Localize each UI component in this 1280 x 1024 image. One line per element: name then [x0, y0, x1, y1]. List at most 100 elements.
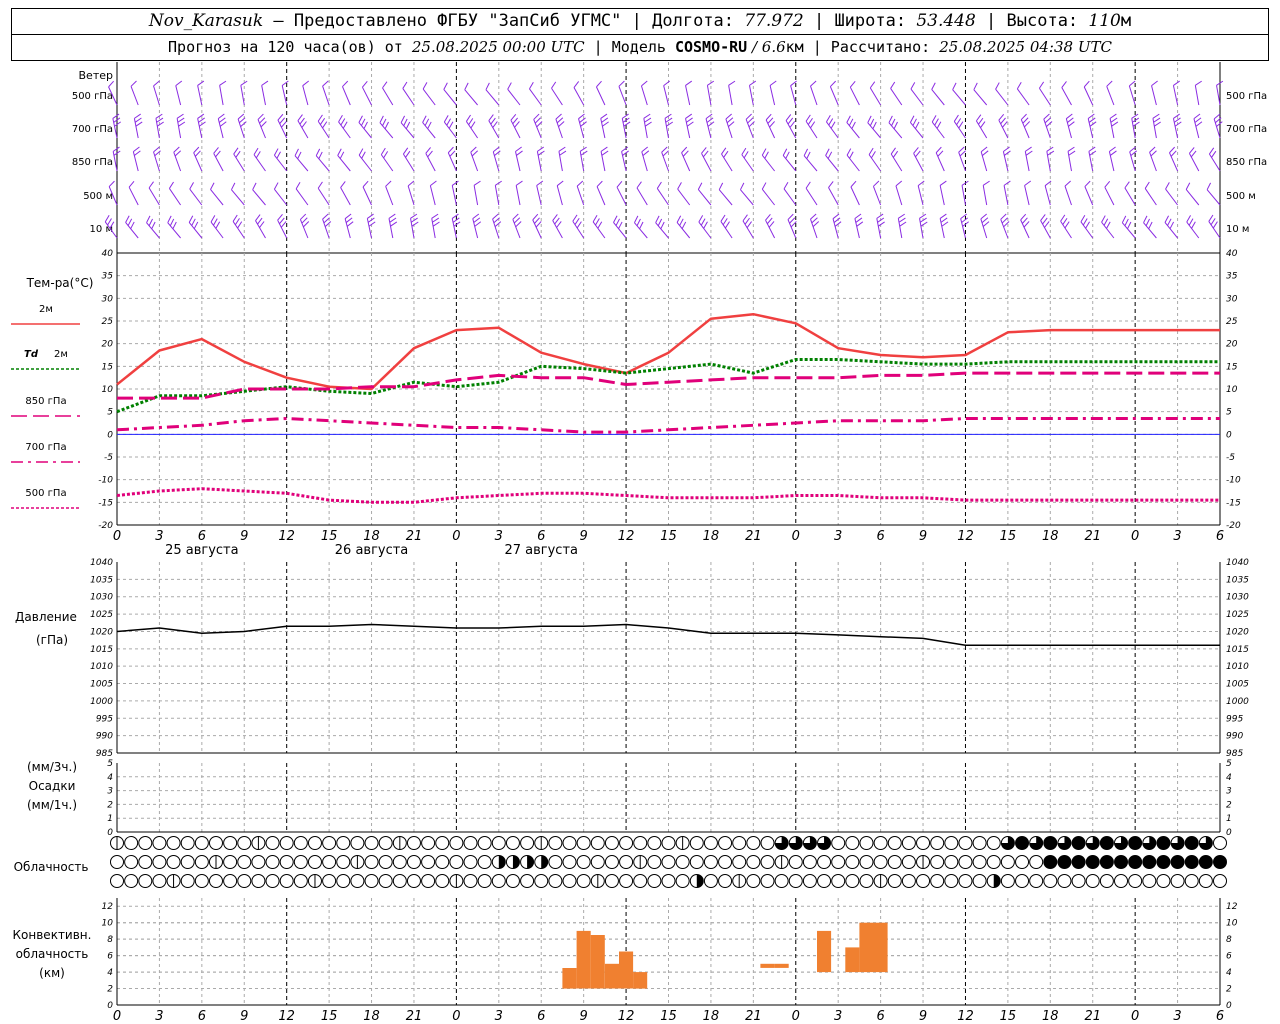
cloud-circle — [703, 874, 718, 888]
wind-barb-staff — [231, 189, 245, 206]
wind-barb-icon — [362, 180, 372, 206]
wind-barb-icon — [556, 180, 564, 206]
cloud-cover-circle-icon — [661, 874, 676, 888]
precip-ytick: 0 — [107, 828, 113, 838]
wind-barb-staff — [728, 85, 733, 106]
wind-barb-feather — [340, 181, 346, 188]
wind-barb-icon — [112, 146, 121, 172]
wind-barb-icon — [829, 80, 839, 106]
cloud-cover-circle-icon — [336, 874, 351, 888]
cloud-cover-circle-icon — [449, 874, 464, 888]
meteogram: Ветер Тем-ра(°С) Давление (гПа) (мм/3ч.)… — [11, 62, 1267, 1024]
wind-barb-icon — [897, 213, 907, 239]
wind-barb-icon — [761, 148, 775, 172]
conv-ytick: 10 — [102, 919, 114, 929]
pressure-ytick: 1000 — [1226, 697, 1249, 707]
wind-barb-icon — [422, 82, 436, 106]
wind-barb-feather — [1087, 113, 1095, 119]
wind-barb-icon — [641, 146, 650, 172]
cloud-circle — [1213, 836, 1227, 850]
wind-barb-staff — [616, 186, 627, 206]
cloud-cover-circle-icon — [647, 855, 662, 869]
cloud-circle — [505, 874, 520, 888]
cloud-cover-circle-icon — [194, 855, 209, 869]
cloud-circle — [548, 836, 563, 850]
wind-barb-staff — [1194, 85, 1200, 106]
cloud-circle — [718, 855, 733, 869]
temp-hour-tick: 21 — [1084, 529, 1101, 544]
wind-barb-icon — [451, 213, 461, 239]
wind-barb-staff — [257, 119, 266, 139]
wind-barb-icon — [785, 114, 797, 139]
wind-barb-icon — [982, 180, 990, 206]
wind-barb-icon — [338, 115, 351, 139]
pressure-ytick: 1030 — [1226, 593, 1249, 603]
pressure-ytick: 1015 — [1226, 645, 1249, 655]
cloud-circle — [859, 855, 874, 869]
wind-barb-feather — [148, 181, 154, 189]
cloud-cover-circle-icon — [279, 836, 294, 850]
wind-barb-feather — [1154, 121, 1161, 127]
conv-ytick: 0 — [1226, 1001, 1232, 1011]
cloud-cover-circle-icon — [364, 855, 379, 869]
wind-barb-staff — [380, 154, 394, 172]
wind-barb-staff — [402, 153, 415, 172]
cloud-cover-circle-icon — [986, 836, 1001, 850]
wind-barb-icon — [872, 180, 882, 206]
cloud-cover-circle-icon — [633, 874, 648, 888]
wind-barb-icon — [358, 148, 372, 172]
wind-barb-icon — [1164, 215, 1178, 239]
wind-barb-feather — [322, 213, 329, 220]
legend-label: 700 гПа — [25, 442, 66, 453]
wind-barb-icon — [210, 182, 224, 206]
cloud-cover-circle-icon — [1170, 874, 1185, 888]
wind-barb-icon — [640, 80, 648, 106]
cloud-circle — [307, 836, 322, 850]
cloud-circle — [590, 836, 605, 850]
cloud-cover-circle-icon — [1142, 855, 1157, 869]
wind-barb-icon — [953, 114, 966, 139]
wind-barb-icon — [344, 213, 354, 239]
wind-barb-staff — [358, 122, 372, 139]
wind-barb-staff — [895, 185, 903, 206]
cloud-circle — [986, 855, 1001, 869]
wind-barb-icon — [876, 213, 885, 239]
cloud-circle — [237, 874, 252, 888]
wind-barb-feather — [685, 80, 693, 86]
cloud-circle — [958, 855, 973, 869]
wind-barb-staff — [1164, 222, 1178, 239]
wind-barb-staff — [261, 85, 266, 106]
cloud-cover-circle-icon — [237, 874, 252, 888]
cloud-cover-circle-icon — [590, 874, 605, 888]
cloud-circle — [110, 855, 124, 869]
cloud-circle — [986, 836, 1001, 850]
wind-barb-staff — [1084, 186, 1094, 206]
wind-barb-feather — [725, 113, 732, 120]
legend-label: 2м — [54, 349, 68, 360]
wind-barb-icon — [317, 114, 330, 139]
wind-barb-staff — [769, 85, 776, 106]
conv-hour-tick: 6 — [876, 1009, 884, 1024]
wind-barb-icon — [633, 215, 648, 239]
cloud-circle — [194, 855, 209, 869]
conv-hour-tick: 18 — [703, 1009, 720, 1024]
wind-barb-icon — [340, 181, 351, 206]
wind-barb-feather — [108, 80, 114, 88]
cloud-circle — [152, 874, 167, 888]
cloud-cover-circle-icon — [1015, 874, 1030, 888]
wind-level-label: 500 гПа — [72, 91, 113, 102]
pressure-ytick: 985 — [1226, 749, 1243, 759]
pressure-ytick: 1040 — [1226, 558, 1249, 568]
wind-barb-icon — [233, 147, 245, 172]
wind-barb-feather — [1206, 182, 1212, 190]
cloud-cover-circle-icon — [180, 836, 195, 850]
temp-ytick: -5 — [1226, 453, 1235, 463]
cloud-fill — [1057, 855, 1071, 869]
cloud-circle — [760, 855, 775, 869]
pressure-ytick: 1020 — [1226, 627, 1249, 637]
wind-barb-feather — [1016, 82, 1022, 90]
wind-barb-feather — [494, 221, 502, 227]
cloud-cover-circle-icon — [534, 855, 549, 869]
cloud-circle — [208, 836, 223, 850]
wind-barb-feather — [345, 217, 353, 223]
